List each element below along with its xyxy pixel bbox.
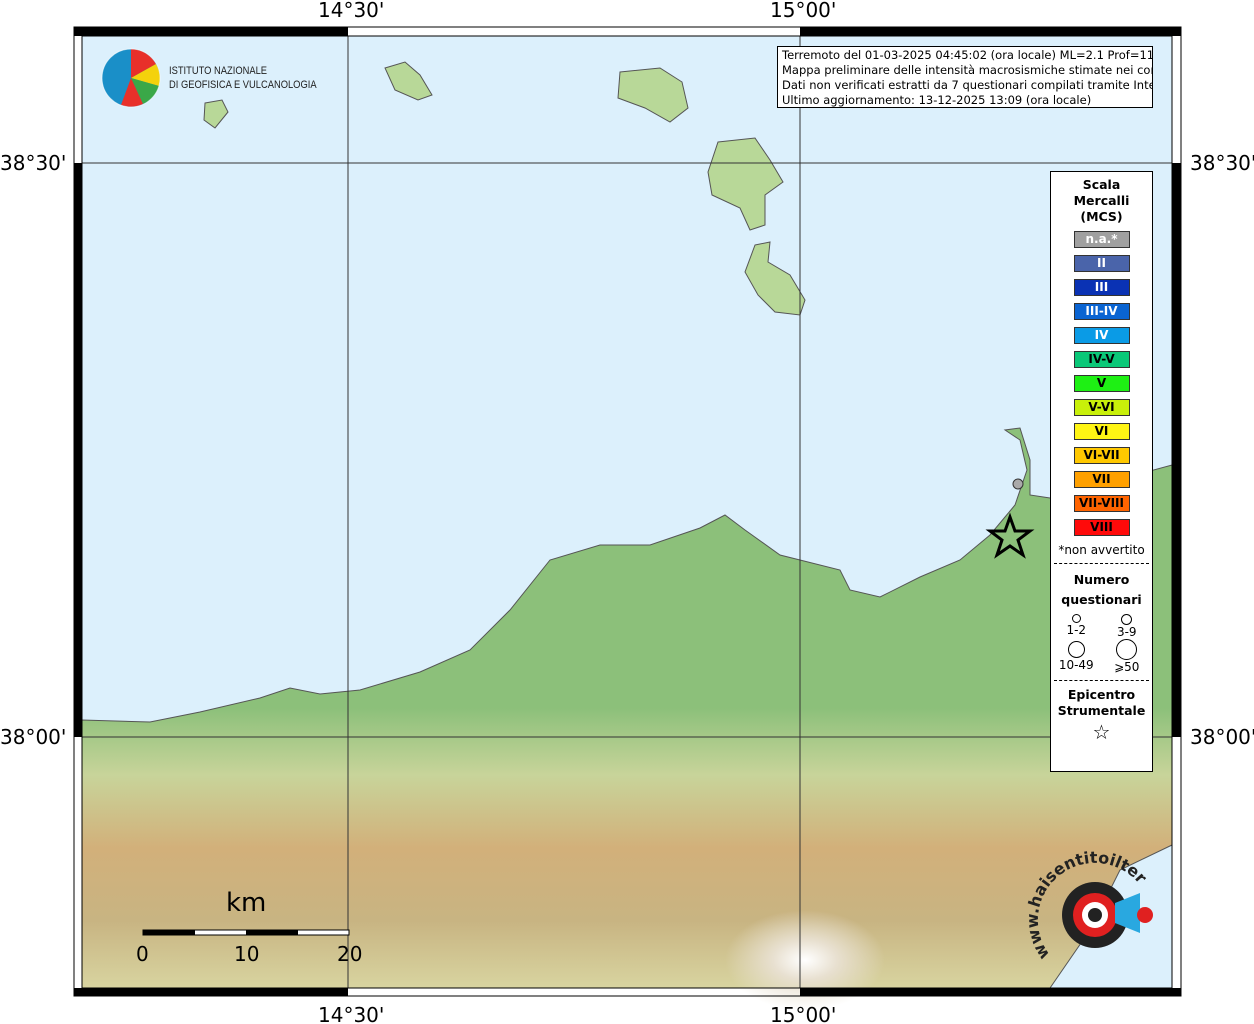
circle-icon [1071, 614, 1081, 623]
event-info-box: Terremoto del 01-03-2025 04:45:02 (ora l… [777, 46, 1153, 108]
top-tick: 14°30' [318, 0, 385, 22]
locality-marker [1012, 478, 1024, 490]
intensity-swatch: VI-VII [1073, 447, 1130, 464]
intensity-swatch: VIII [1073, 519, 1130, 536]
ingv-name: ISTITUTO NAZIONALE DI GEOFISICA E VULCANO… [169, 65, 317, 91]
scale-bar [142, 929, 350, 936]
legend-note: *non avvertito [1058, 543, 1145, 557]
legend: Scala Mercalli (MCS) n.a.* II III III-IV IV I… [1050, 171, 1153, 772]
intensity-swatch: VI [1073, 423, 1130, 440]
scale-label: 0 [136, 942, 149, 966]
intensity-swatch: V [1073, 375, 1130, 392]
intensity-swatch: II [1073, 255, 1130, 272]
left-tick: 38°00' [0, 725, 67, 749]
scale-unit: km [226, 888, 267, 918]
intensity-swatch: VII-VIII [1073, 495, 1130, 512]
star-icon: ☆ [1092, 720, 1111, 744]
count-legend: 1-2 3-9 10-49 ⩾50 [1051, 614, 1152, 674]
intensity-swatch: V-VI [1073, 399, 1130, 416]
top-tick: 15°00' [770, 0, 837, 22]
intensity-scale: n.a.* II III III-IV IV IV-V V V-VI VI VI-VII VII VI… [1051, 231, 1152, 536]
bottom-tick: 14°30' [318, 1003, 385, 1024]
left-tick: 38°30' [0, 151, 67, 175]
scale-label: 20 [337, 942, 363, 966]
macroseismic-map: www.haisentitoilterremoto.it ISTITUTO NA… [0, 0, 1254, 1024]
right-tick: 38°00' [1190, 725, 1254, 749]
scale-label: 10 [234, 942, 260, 966]
circle-icon [1116, 639, 1138, 660]
bottom-tick: 15°00' [770, 1003, 837, 1024]
circle-icon [1121, 614, 1133, 625]
circle-icon [1067, 641, 1085, 658]
ingv-logo-icon [101, 48, 161, 108]
intensity-swatch: III [1073, 279, 1130, 296]
right-tick: 38°30' [1190, 151, 1254, 175]
intensity-swatch: VII [1073, 471, 1130, 488]
intensity-swatch: III-IV [1073, 303, 1130, 320]
intensity-swatch: IV [1073, 327, 1130, 344]
intensity-swatch: n.a.* [1073, 231, 1130, 248]
intensity-swatch: IV-V [1073, 351, 1130, 368]
